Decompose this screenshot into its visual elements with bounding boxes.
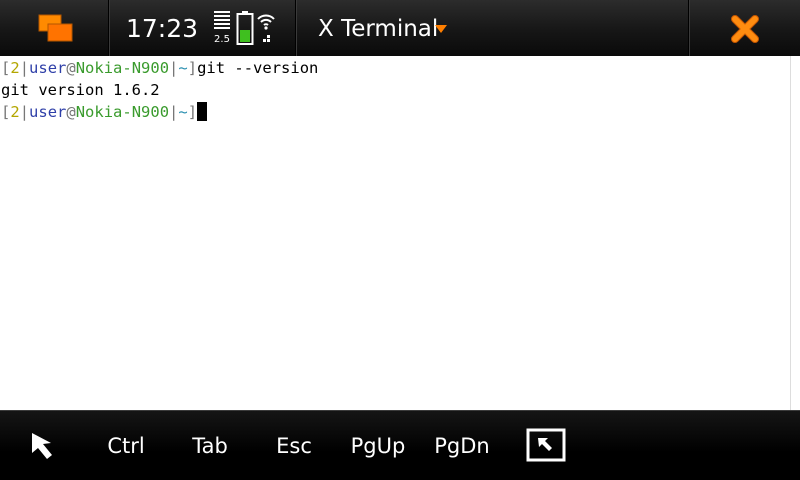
esc-key-button[interactable]: Esc <box>264 411 324 480</box>
task-switcher-icon <box>38 14 73 42</box>
wifi-icon <box>257 14 275 42</box>
prompt-history-number: 2 <box>10 103 20 121</box>
ctrl-key-button[interactable]: Ctrl <box>96 411 156 480</box>
prompt-bracket-open: [ <box>1 103 11 121</box>
close-icon <box>731 15 759 43</box>
prompt-separator: | <box>19 103 30 121</box>
prompt-separator: | <box>169 59 179 77</box>
prompt-host: Nokia-N900 <box>75 59 170 77</box>
status-separator <box>295 0 297 56</box>
pgup-key-button[interactable]: PgUp <box>342 411 414 480</box>
fullscreen-icon <box>526 428 566 462</box>
title-menu[interactable]: X Terminal <box>298 0 690 56</box>
signal-indicator[interactable]: 2.5 <box>211 10 233 48</box>
pointer-button[interactable] <box>20 411 66 480</box>
command-output: git version 1.6.2 <box>1 81 160 99</box>
text-cursor <box>197 102 208 121</box>
clock[interactable]: 17:23 <box>120 0 204 56</box>
close-button[interactable] <box>690 0 800 56</box>
wifi-indicator[interactable] <box>256 10 276 48</box>
signal-icon <box>214 11 230 29</box>
pointer-icon <box>32 433 52 459</box>
battery-icon <box>236 11 254 45</box>
prompt-user: user <box>29 59 67 77</box>
prompt-separator: | <box>169 103 179 121</box>
terminal-line: [2|user@Nokia-N900|~]git --version <box>1 57 790 79</box>
command-text: git --version <box>197 59 319 77</box>
pgdn-key-button[interactable]: PgDn <box>426 411 498 480</box>
prompt-history-number: 2 <box>10 59 20 77</box>
prompt-bracket-close: ] <box>187 103 198 121</box>
terminal-line: [2|user@Nokia-N900|~] <box>1 101 790 123</box>
prompt-user: user <box>29 103 67 121</box>
prompt-bracket-open: [ <box>1 59 11 77</box>
tab-key-button[interactable]: Tab <box>180 411 240 480</box>
prompt-directory: ~ <box>178 103 188 121</box>
scrollbar[interactable] <box>790 56 800 410</box>
terminal-view[interactable]: [2|user@Nokia-N900|~]git --version git v… <box>0 56 790 410</box>
app-title: X Terminal <box>318 16 439 42</box>
prompt-host: Nokia-N900 <box>75 103 170 121</box>
status-bar: 17:23 2.5 X Terminal <box>0 0 800 56</box>
key-toolbar: Ctrl Tab Esc PgUp PgDn <box>0 410 800 480</box>
task-switcher-button[interactable] <box>0 0 110 56</box>
prompt-at: @ <box>66 103 76 121</box>
prompt-directory: ~ <box>178 59 188 77</box>
prompt-at: @ <box>66 59 76 77</box>
chevron-down-icon <box>435 25 447 33</box>
battery-indicator[interactable] <box>236 10 254 46</box>
status-separator <box>108 0 110 56</box>
prompt-bracket-close: ] <box>187 59 198 77</box>
prompt-separator: | <box>19 59 30 77</box>
signal-value: 2.5 <box>214 34 230 45</box>
terminal-line: git version 1.6.2 <box>1 79 790 101</box>
fullscreen-button[interactable] <box>524 411 568 480</box>
